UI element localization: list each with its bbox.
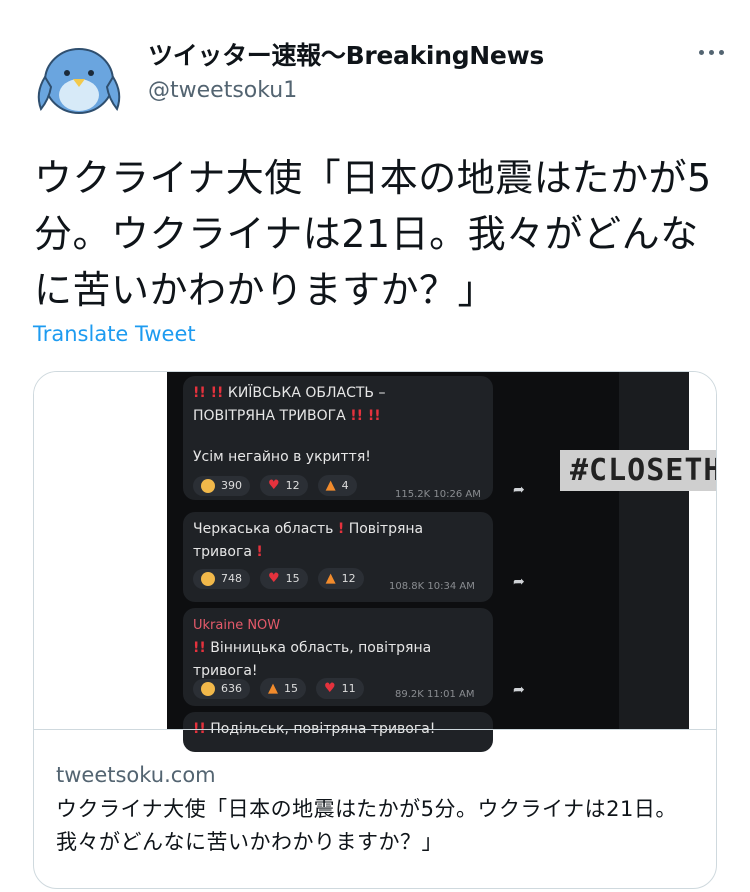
message-meta: 108.8K 10:34 AM (389, 581, 475, 592)
reaction-pill: ▲ 12 (317, 568, 364, 589)
share-icon: ➦ (513, 482, 525, 498)
reaction-count: 636 (221, 682, 242, 695)
reaction-row: 748 ♥ 15 ▲ 12 (193, 568, 364, 589)
reaction-pill: ♥ 12 (260, 475, 308, 496)
message-meta: 115.2K 10:26 AM (395, 489, 481, 500)
reaction-pill: ♥ 11 (316, 678, 364, 699)
card-title: ウクライナ大使「日本の地震はたかが5分。ウクライナは21日。我々がどんなに苦いか… (56, 797, 677, 854)
message-line: Черкаська область (193, 521, 334, 537)
alert-icon: !! !! (350, 408, 381, 424)
heart-icon: ♥ (268, 571, 280, 586)
link-card[interactable]: !! !! КИЇВСЬКА ОБЛАСТЬ – ПОВІТРЯНА ТРИВО… (33, 371, 717, 889)
bird-avatar-icon[interactable] (33, 37, 125, 117)
translate-tweet-link[interactable]: Translate Tweet (33, 322, 196, 346)
hashtag-sticker: #CLOSETHESKY (560, 450, 716, 491)
tweet-text: ウクライナ大使「日本の地震はたかが5分。ウクライナは21日。我々がどんなに苦いか… (34, 156, 712, 312)
share-icon: ➦ (513, 682, 525, 698)
reaction-row: 636 ▲ 15 ♥ 11 (193, 678, 364, 699)
message-line: Вінницька область, повітряна (210, 640, 432, 656)
dot (709, 50, 714, 55)
sad-face-icon (201, 571, 215, 586)
more-options-icon[interactable] (699, 50, 724, 55)
message-meta: 89.2K 11:01 AM (395, 689, 475, 700)
message-line: ПОВІТРЯНА ТРИВОГА (193, 408, 346, 424)
reaction-pill: 636 (193, 678, 250, 699)
dot (699, 50, 704, 55)
alert-icon: !! !! (193, 385, 224, 401)
reaction-count: 748 (221, 572, 242, 585)
fire-icon: ▲ (268, 681, 278, 696)
message-line: тривога (193, 544, 252, 560)
alert-icon: ! (337, 521, 345, 537)
message-source: Ukraine NOW (193, 618, 281, 633)
fire-icon: ▲ (325, 478, 336, 493)
reaction-count: 15 (284, 682, 298, 695)
message-line: Повітряна (348, 521, 424, 537)
reaction-row: 390 ♥ 12 ▲ 4 (193, 475, 357, 496)
message-line: Усім негайно в укриття! (193, 449, 371, 465)
reaction-count: 15 (285, 572, 300, 585)
reaction-pill: 748 (193, 568, 250, 589)
alert-icon: !! (193, 640, 206, 656)
card-image[interactable]: !! !! КИЇВСЬКА ОБЛАСТЬ – ПОВІТРЯНА ТРИВО… (34, 372, 716, 752)
sad-face-icon (201, 681, 215, 696)
fire-icon: ▲ (325, 571, 336, 586)
heart-icon: ♥ (324, 681, 336, 696)
dot (719, 50, 724, 55)
alert-icon: ! (256, 544, 263, 560)
reaction-pill: ♥ 15 (260, 568, 308, 589)
reaction-count: 4 (341, 479, 349, 492)
reaction-pill: ▲ 15 (260, 678, 306, 699)
user-handle[interactable]: @tweetsoku1 (148, 78, 297, 103)
reaction-count: 11 (341, 682, 356, 695)
reaction-count: 390 (221, 479, 242, 492)
heart-icon: ♥ (268, 478, 280, 493)
share-icon: ➦ (513, 574, 525, 590)
sad-face-icon (201, 478, 215, 493)
screenshot-panel (619, 372, 689, 729)
card-domain: tweetsoku.com (56, 763, 216, 787)
chat-screenshot: !! !! КИЇВСЬКА ОБЛАСТЬ – ПОВІТРЯНА ТРИВО… (167, 372, 716, 752)
reaction-count: 12 (341, 572, 356, 585)
reaction-count: 12 (285, 479, 300, 492)
display-name[interactable]: ツイッター速報〜BreakingNews (148, 36, 544, 72)
message-line: КИЇВСЬКА ОБЛАСТЬ – (227, 385, 386, 401)
card-footer[interactable]: tweetsoku.com ウクライナ大使「日本の地震はたかが5分。ウクライナは… (34, 729, 716, 859)
reaction-pill: 390 (193, 475, 250, 496)
reaction-pill: ▲ 4 (317, 475, 357, 496)
